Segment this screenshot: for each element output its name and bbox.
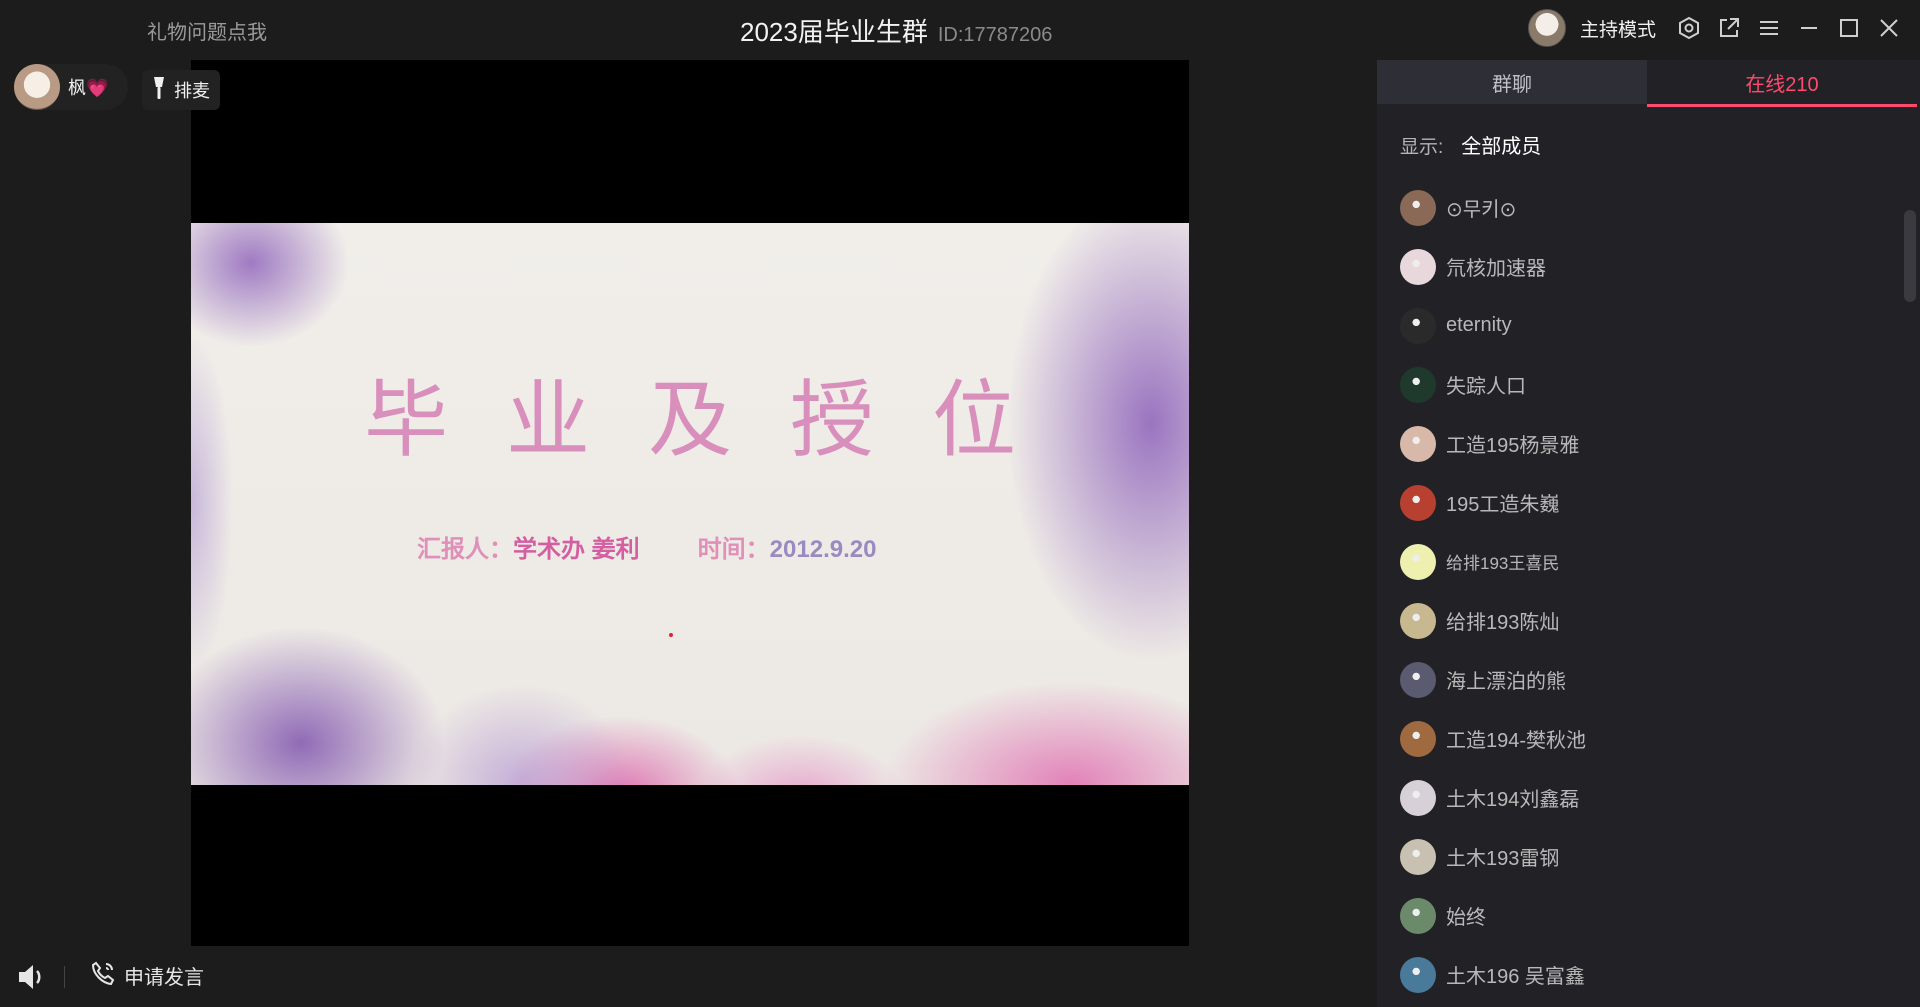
room-title: 2023届毕业生群	[740, 17, 928, 47]
member-avatar	[1400, 602, 1436, 639]
member-row[interactable]: 给排193陈灿	[1400, 591, 1880, 650]
popout-icon[interactable]	[1716, 15, 1742, 41]
tab-group-chat[interactable]: 群聊	[1377, 60, 1647, 104]
member-list: ⊙무키⊙ 氘核加速器 eternity 失踪人口工造195杨景雅 195工造朱巍 给排19…	[1400, 178, 1880, 1004]
settings-icon[interactable]	[1676, 15, 1702, 41]
room-id: ID:17787206	[937, 24, 1053, 46]
tab-online-members[interactable]: 在线210	[1647, 60, 1917, 107]
member-name: 氘核加速器	[1446, 258, 1546, 280]
queue-label: 排麦	[174, 81, 210, 101]
slide-reporter: 汇报人：学术办 姜利	[417, 529, 640, 564]
speaker-name: 枫💗	[68, 78, 109, 98]
member-name: 工造194-樊秋池	[1446, 730, 1587, 752]
member-avatar	[1400, 484, 1436, 521]
apply-to-speak-label: 申请发言	[124, 967, 204, 989]
close-icon[interactable]	[1876, 15, 1902, 41]
member-row[interactable]: 土木194刘鑫磊	[1400, 768, 1880, 827]
member-row[interactable]: 始终	[1400, 886, 1880, 945]
member-row[interactable]: ⊙무키⊙	[1400, 178, 1880, 237]
member-name: 土木196 吴富鑫	[1446, 966, 1585, 988]
reporter-label: 汇报人：	[417, 536, 513, 563]
volume-icon[interactable]	[16, 962, 48, 992]
member-name: 给排193王喜民	[1446, 554, 1560, 573]
speaker-avatar	[14, 64, 60, 110]
filter-dropdown[interactable]: 全部成员	[1461, 130, 1541, 159]
member-name: 海上漂泊的熊	[1446, 671, 1566, 693]
member-row[interactable]: 海上漂泊的熊	[1400, 650, 1880, 709]
member-name: 土木194刘鑫磊	[1446, 789, 1580, 811]
member-avatar	[1400, 425, 1436, 462]
presentation-slide: 毕业及授位 汇报人：学术办 姜利 时间：2012.9.20	[191, 223, 1189, 785]
minimize-icon[interactable]	[1796, 15, 1822, 41]
host-avatar[interactable]	[1527, 9, 1566, 47]
reporter-value: 学术办 姜利	[513, 536, 640, 563]
member-name: ⊙무키⊙	[1446, 199, 1517, 221]
member-avatar	[1400, 779, 1436, 816]
title-actions: 主持模式	[1527, 9, 1902, 47]
member-panel: 群聊 在线210 显示: 全部成员 ⊙무키⊙ 氘核加速器 eternity 失踪人口工…	[1377, 60, 1920, 1007]
member-avatar	[1400, 189, 1436, 226]
member-avatar	[1400, 897, 1436, 934]
host-mode-button[interactable]: 主持模式	[1580, 15, 1656, 42]
member-row[interactable]: 工造194-樊秋池	[1400, 709, 1880, 768]
apply-to-speak-button[interactable]: 申请发言	[90, 960, 204, 991]
divider	[64, 966, 65, 988]
member-row[interactable]: 失踪人口	[1400, 355, 1880, 414]
member-avatar	[1400, 956, 1436, 993]
member-name: 195工造朱巍	[1446, 494, 1560, 516]
title-bar: 礼物问题点我 2023届毕业生群 ID:17787206 主持模式	[0, 0, 1920, 56]
video-stage[interactable]: 毕业及授位 汇报人：学术办 姜利 时间：2012.9.20	[191, 60, 1189, 946]
member-name: 失踪人口	[1446, 376, 1526, 398]
member-row[interactable]: 土木196 吴富鑫	[1400, 945, 1880, 1004]
member-filter: 显示: 全部成员	[1400, 130, 1541, 159]
member-row[interactable]: 195工造朱巍	[1400, 473, 1880, 532]
panel-tabs: 群聊 在线210	[1377, 60, 1920, 107]
microphone-icon	[152, 75, 166, 106]
slide-title: 毕业及授位	[363, 371, 1074, 469]
mic-queue-button[interactable]: 排麦	[142, 70, 220, 110]
menu-icon[interactable]	[1756, 15, 1782, 41]
gift-help-link[interactable]: 礼物问题点我	[147, 16, 267, 45]
laser-pointer-dot	[669, 633, 673, 637]
member-avatar	[1400, 543, 1436, 580]
member-avatar	[1400, 248, 1436, 285]
member-name: eternity	[1446, 314, 1512, 336]
current-speaker[interactable]: 枫💗	[14, 64, 128, 110]
member-list-scrollbar[interactable]	[1904, 210, 1916, 302]
time-value: 2012.9.20	[769, 536, 877, 563]
member-name: 始终	[1446, 907, 1486, 929]
room-header: 2023届毕业生群 ID:17787206	[740, 12, 1052, 49]
member-avatar	[1400, 661, 1436, 698]
member-avatar	[1400, 720, 1436, 757]
member-row[interactable]: eternity	[1400, 296, 1880, 355]
maximize-icon[interactable]	[1836, 15, 1862, 41]
filter-label: 显示:	[1400, 137, 1444, 158]
member-avatar	[1400, 366, 1436, 403]
member-name: 给排193陈灿	[1446, 612, 1560, 634]
member-row[interactable]: 氘核加速器	[1400, 237, 1880, 296]
slide-time: 时间：2012.9.20	[698, 529, 877, 564]
member-name: 工造195杨景雅	[1446, 435, 1580, 457]
bottom-controls: 申请发言	[0, 954, 1370, 998]
member-name: 土木193雷钢	[1446, 848, 1560, 870]
member-avatar	[1400, 307, 1436, 344]
phone-icon	[90, 960, 116, 991]
time-label: 时间：	[697, 536, 770, 563]
member-row[interactable]: 给排193王喜民	[1400, 532, 1880, 591]
member-row[interactable]: 土木193雷钢	[1400, 827, 1880, 886]
slide-subtitle: 汇报人：学术办 姜利 时间：2012.9.20	[417, 529, 876, 564]
member-row[interactable]: 工造195杨景雅	[1400, 414, 1880, 473]
member-avatar	[1400, 838, 1436, 875]
